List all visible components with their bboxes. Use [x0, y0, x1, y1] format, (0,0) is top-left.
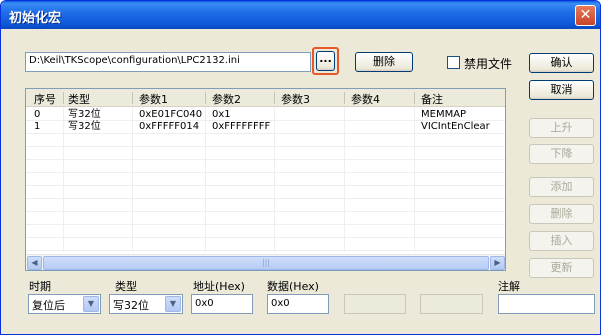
type-select-value: 写32位 — [113, 299, 149, 312]
move-down-button[interactable]: 下降 — [529, 144, 594, 164]
type-select[interactable]: 写32位 ▼ — [109, 294, 183, 314]
address-label: 地址(Hex) — [193, 280, 245, 293]
timing-select-value: 复位后 — [32, 299, 65, 312]
cell-param1: 0xFFFFF014 — [139, 121, 200, 132]
comment-label: 注解 — [498, 280, 520, 293]
param3-input — [344, 294, 406, 314]
param4-input — [420, 294, 483, 314]
chevron-down-icon[interactable]: ▼ — [83, 296, 99, 312]
close-button[interactable]: ✕ — [575, 5, 596, 26]
type-label: 类型 — [115, 280, 137, 293]
column-header-param4[interactable]: 参数4 — [351, 91, 380, 107]
cell-index: 1 — [34, 121, 41, 132]
column-header-param3[interactable]: 参数3 — [281, 91, 310, 107]
timing-label: 时期 — [29, 280, 51, 293]
remove-button[interactable]: 删除 — [529, 204, 594, 224]
timing-select[interactable]: 复位后 ▼ — [28, 294, 101, 314]
column-header-param2[interactable]: 参数2 — [212, 91, 241, 107]
comment-input[interactable] — [498, 294, 595, 314]
data-label: 数据(Hex) — [267, 280, 319, 293]
init-macro-dialog: 初始化宏 ✕ D:\Keil\TKScope\configuration\LPC… — [0, 0, 601, 335]
delete-file-button[interactable]: 删除 — [355, 52, 413, 72]
column-header-param1[interactable]: 参数1 — [139, 91, 168, 107]
scroll-right-icon[interactable]: ▶ — [490, 256, 505, 270]
table-row[interactable]: 1 写32位 0xFFFFF014 0xFFFFFFFF VICIntEnCle… — [26, 120, 505, 133]
cell-param2: 0xFFFFFFFF — [212, 121, 271, 132]
scroll-thumb[interactable]: ||| — [43, 256, 489, 270]
insert-button[interactable]: 插入 — [529, 231, 594, 251]
chevron-down-icon[interactable]: ▼ — [165, 296, 181, 312]
title-bar: 初始化宏 ✕ — [1, 1, 600, 29]
disable-file-label: 禁用文件 — [464, 57, 513, 71]
confirm-button[interactable]: 确认 — [529, 53, 594, 73]
macro-list[interactable]: 序号 类型 参数1 参数2 参数3 参数4 备注 0 写32位 0xE01FC0… — [25, 88, 506, 271]
config-path-field[interactable]: D:\Keil\TKScope\configuration\LPC2132.in… — [25, 52, 311, 72]
disable-file-checkbox[interactable] — [447, 56, 460, 69]
window-title: 初始化宏 — [9, 11, 62, 26]
cancel-button[interactable]: 取消 — [529, 80, 594, 100]
move-up-button[interactable]: 上升 — [529, 118, 594, 138]
column-header-type[interactable]: 类型 — [68, 91, 90, 107]
cell-type: 写32位 — [68, 121, 101, 132]
update-button[interactable]: 更新 — [529, 258, 594, 278]
cell-comment: VICIntEnClear — [421, 121, 490, 132]
browse-button[interactable]: ... — [316, 51, 335, 71]
add-button[interactable]: 添加 — [529, 177, 594, 197]
close-icon: ✕ — [579, 7, 592, 23]
column-header-comment[interactable]: 备注 — [421, 91, 443, 107]
data-input[interactable]: 0x0 — [267, 294, 329, 314]
horizontal-scrollbar[interactable]: ◀ ||| ▶ — [26, 254, 505, 270]
list-header: 序号 类型 参数1 参数2 参数3 参数4 备注 — [26, 89, 505, 107]
scroll-left-icon[interactable]: ◀ — [27, 256, 42, 270]
column-header-index[interactable]: 序号 — [34, 91, 56, 107]
address-input[interactable]: 0x0 — [191, 294, 253, 314]
